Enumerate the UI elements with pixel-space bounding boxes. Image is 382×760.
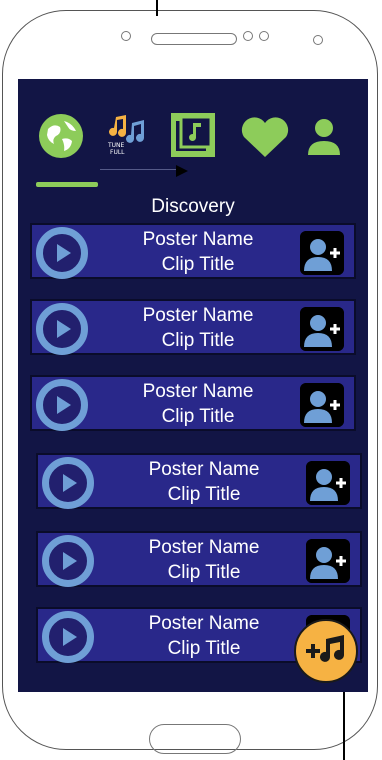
clip-title: Clip Title <box>161 406 235 427</box>
play-button-icon[interactable] <box>42 611 94 663</box>
clip-title: Clip Title <box>161 254 235 275</box>
list-item[interactable]: Poster Name Clip Title <box>36 453 362 509</box>
globe-icon[interactable] <box>38 113 84 159</box>
play-button-icon[interactable] <box>36 379 88 431</box>
add-user-icon[interactable] <box>300 383 344 427</box>
svg-text:FULL: FULL <box>110 149 125 156</box>
active-tab-indicator <box>36 182 98 187</box>
add-user-icon[interactable] <box>306 539 350 583</box>
music-library-icon[interactable] <box>171 113 215 157</box>
heart-icon[interactable] <box>240 117 290 159</box>
poster-name: Poster Name <box>148 613 260 634</box>
poster-name: Poster Name <box>142 305 254 326</box>
add-music-icon <box>306 635 344 662</box>
home-button[interactable] <box>149 724 241 754</box>
list-item[interactable]: Poster Name Clip Title <box>30 299 356 355</box>
poster-name: Poster Name <box>148 537 260 558</box>
app-screen: TUNE FULL Discovery Poster Name Clip Tit… <box>18 79 368 692</box>
sensor-dot <box>259 31 269 41</box>
add-user-icon[interactable] <box>300 307 344 351</box>
svg-text:TUNE: TUNE <box>107 142 125 149</box>
speaker-grille <box>151 33 237 45</box>
sensor-dot <box>243 31 253 41</box>
music-notes-logo-icon[interactable]: TUNE FULL <box>106 113 156 157</box>
page-title: Discovery <box>151 196 235 217</box>
play-button-icon[interactable] <box>36 227 88 279</box>
play-button-icon[interactable] <box>42 457 94 509</box>
sensor-dot <box>121 31 131 41</box>
list-item[interactable]: Poster Name Clip Title <box>36 531 362 587</box>
play-button-icon[interactable] <box>42 535 94 587</box>
poster-name: Poster Name <box>142 229 254 250</box>
clip-title: Clip Title <box>167 638 241 659</box>
annotation-arrow-line <box>343 690 345 760</box>
user-icon[interactable] <box>306 117 342 157</box>
add-music-button[interactable] <box>294 619 358 683</box>
list-item[interactable]: Poster Name Clip Title <box>30 223 356 279</box>
clip-title: Clip Title <box>161 330 235 351</box>
clip-title: Clip Title <box>167 484 241 505</box>
annotation-arrow <box>176 165 188 177</box>
add-user-icon[interactable] <box>306 461 350 505</box>
add-user-icon[interactable] <box>300 231 344 275</box>
poster-name: Poster Name <box>148 459 260 480</box>
tab-divider <box>100 169 180 170</box>
annotation-line <box>156 0 158 16</box>
poster-name: Poster Name <box>142 381 254 402</box>
play-button-icon[interactable] <box>36 303 88 355</box>
list-item[interactable]: Poster Name Clip Title <box>30 375 356 431</box>
clip-title: Clip Title <box>167 562 241 583</box>
front-camera <box>313 35 323 45</box>
